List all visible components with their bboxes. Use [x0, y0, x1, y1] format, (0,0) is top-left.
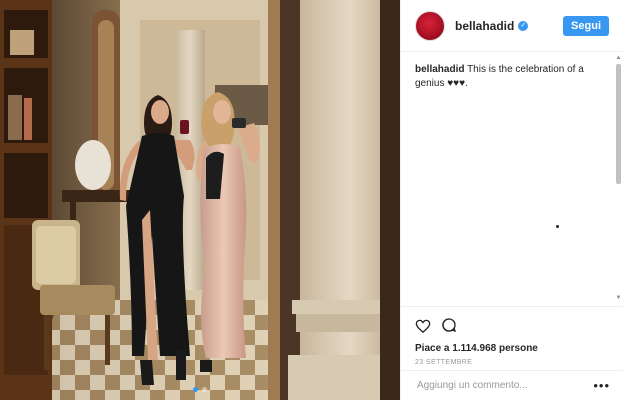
post-date: 23 SETTEMBRE	[415, 359, 473, 366]
verified-badge-icon: ✓	[518, 20, 529, 31]
comment-icon[interactable]	[441, 317, 457, 333]
avatar[interactable]	[415, 10, 445, 41]
action-icons	[415, 315, 610, 335]
post-side-panel: bellahadid ✓ Segui bellahadid This is th…	[400, 0, 623, 400]
heart-icon[interactable]	[415, 318, 431, 333]
comments-scrollbar[interactable]: ▲ ▼	[615, 55, 622, 302]
carousel-indicator	[0, 387, 400, 392]
scroll-up-icon[interactable]: ▲	[615, 55, 622, 62]
decorative-dot	[556, 225, 559, 228]
post-header: bellahadid ✓ Segui	[401, 0, 623, 52]
post-photo[interactable]	[0, 0, 400, 400]
likes-count[interactable]: Piace a 1.114.968 persone	[415, 343, 610, 354]
carousel-dot-1[interactable]	[193, 387, 198, 392]
follow-button[interactable]: Segui	[563, 15, 609, 36]
scrollbar-thumb[interactable]	[616, 64, 621, 184]
more-options-icon[interactable]: •••	[593, 378, 610, 393]
caption: bellahadid This is the celebration of a …	[415, 63, 610, 91]
username-link[interactable]: bellahadid	[455, 19, 514, 33]
comments-area[interactable]: bellahadid This is the celebration of a …	[401, 53, 623, 306]
scroll-down-icon[interactable]: ▼	[615, 295, 622, 302]
add-comment-bar: •••	[401, 370, 623, 400]
photo-image	[0, 0, 400, 400]
carousel-dot-2[interactable]	[202, 387, 207, 392]
post-actions: Piace a 1.114.968 persone 23 SETTEMBRE	[401, 306, 623, 366]
caption-username[interactable]: bellahadid	[415, 64, 464, 75]
comment-input[interactable]	[415, 379, 594, 392]
